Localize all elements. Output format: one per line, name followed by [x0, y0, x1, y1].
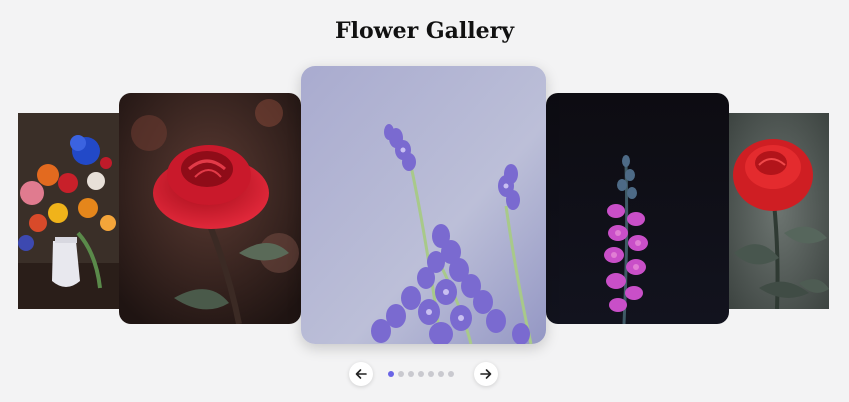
- pink-flower-image: [546, 93, 729, 324]
- slide-pink-flower-dark[interactable]: [546, 93, 729, 324]
- pagination-dot-5[interactable]: [428, 371, 434, 377]
- pagination-dot-6[interactable]: [438, 371, 444, 377]
- carousel-controls: [0, 362, 849, 386]
- slide-lavender[interactable]: [301, 66, 546, 344]
- next-button[interactable]: [474, 362, 498, 386]
- slide-red-rose-greenery[interactable]: [729, 113, 829, 309]
- pagination-dots: [388, 371, 454, 377]
- pagination-dot-2[interactable]: [398, 371, 404, 377]
- pagination-dot-7[interactable]: [448, 371, 454, 377]
- pagination-dot-1[interactable]: [388, 371, 394, 377]
- prev-button[interactable]: [349, 362, 373, 386]
- page-title: Flower Gallery: [335, 18, 514, 44]
- red-rose-image: [119, 93, 301, 324]
- bouquet-image: [18, 113, 119, 309]
- arrow-left-icon: [355, 369, 367, 379]
- lavender-image: [301, 66, 546, 344]
- pagination-dot-3[interactable]: [408, 371, 414, 377]
- gallery-container: Flower Gallery: [0, 0, 849, 402]
- pagination-dot-4[interactable]: [418, 371, 424, 377]
- red-rose-greenery-image: [729, 113, 829, 309]
- arrow-right-icon: [480, 369, 492, 379]
- slide-red-rose-dark[interactable]: [119, 93, 301, 324]
- slide-flower-bouquet[interactable]: [18, 113, 119, 309]
